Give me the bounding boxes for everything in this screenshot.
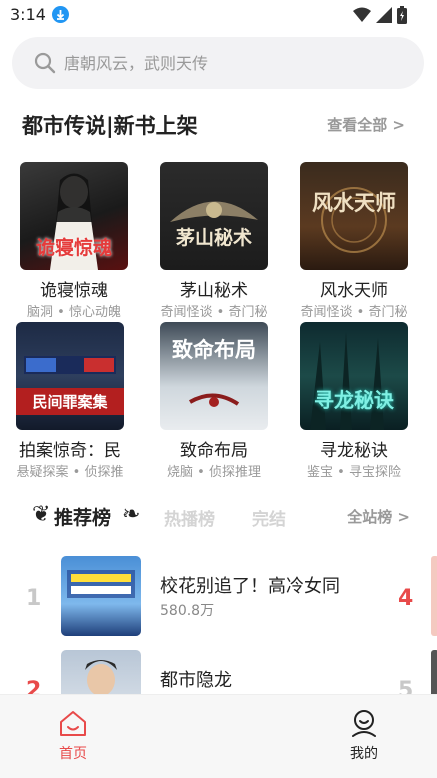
nav-home-label: 首页 (59, 746, 87, 762)
rank-title: 都市隐龙 (160, 670, 232, 691)
book-card[interactable]: 风水天师 风水天师 奇闻怪谈 • 奇门秘 (294, 162, 414, 320)
all-ranking-link[interactable]: 全站榜 > (347, 506, 410, 527)
cover-title: 风水天师 (312, 190, 396, 215)
rank-count: 580.8万 (160, 603, 215, 619)
book-cover: 致命布局 (160, 322, 268, 430)
rank-number-side: 4 (398, 586, 414, 611)
cover-title: 诡寝惊魂 (35, 237, 112, 259)
nav-home[interactable]: 首页 (43, 709, 103, 763)
signal-icon (376, 7, 392, 23)
book-card[interactable]: 致命布局 致命布局 烧脑 • 侦探推理 (154, 322, 274, 480)
book-cover: 民间罪案集 (16, 322, 124, 430)
cover-title: 民间罪案集 (16, 388, 124, 415)
rank-number: 1 (26, 586, 42, 611)
book-tags: 奇闻怪谈 • 奇门秘 (300, 305, 408, 320)
book-tags: 脑洞 • 惊心动魄 (27, 305, 121, 320)
laurel-left-icon: ❦ (32, 502, 51, 527)
search-bar[interactable] (12, 37, 424, 89)
book-tags: 奇闻怪谈 • 奇门秘 (160, 305, 268, 320)
wifi-icon (353, 7, 371, 22)
book-cover: 诡寝惊魂 (20, 162, 128, 270)
book-card[interactable]: 诡寝惊魂 诡寝惊魂 脑洞 • 惊心动魄 (14, 162, 134, 320)
book-title: 拍案惊奇：民 (19, 441, 121, 461)
book-cover: 风水天师 (300, 162, 408, 270)
book-tags: 悬疑探案 • 侦探推 (16, 465, 124, 480)
status-time: 3:14 (10, 5, 46, 24)
book-title: 风水天师 (320, 281, 388, 301)
side-cover-peek (431, 556, 437, 636)
tab-finished[interactable]: 完结 (252, 505, 286, 530)
search-input[interactable] (62, 52, 396, 74)
nav-profile[interactable]: 我的 (334, 709, 394, 763)
book-card[interactable]: 民间罪案集 拍案惊奇：民 悬疑探案 • 侦探推 (10, 322, 130, 480)
status-bar: 3:14 (0, 0, 437, 30)
ranking-tabs: ❦ 推荐榜 ❧ 热播榜 完结 全站榜 > (30, 500, 410, 534)
tab-recommend[interactable]: 推荐榜 (54, 503, 111, 530)
download-icon (52, 6, 69, 23)
home-icon (60, 711, 86, 736)
rank-cover (61, 556, 141, 636)
nav-profile-label: 我的 (350, 746, 378, 762)
cover-title: 茅山秘术 (175, 227, 252, 249)
book-cover: 茅山秘术 (160, 162, 268, 270)
see-all-link[interactable]: 查看全部 > (327, 114, 405, 135)
book-tags: 烧脑 • 侦探推理 (167, 465, 261, 480)
cover-title: 寻龙秘诀 (314, 388, 394, 412)
book-card[interactable]: 寻龙秘诀 寻龙秘诀 鉴宝 • 寻宝探险 (294, 322, 414, 480)
book-title: 致命布局 (180, 441, 248, 461)
ranking-row[interactable]: 1 校花别追了！高冷女同 580.8万 4 (0, 556, 437, 638)
battery-icon (397, 6, 407, 24)
profile-icon (352, 710, 376, 737)
book-title: 茅山秘术 (180, 281, 248, 301)
book-title: 寻龙秘诀 (320, 441, 388, 461)
rank-title: 校花别追了！高冷女同 (160, 576, 340, 597)
book-tags: 鉴宝 • 寻宝探险 (307, 465, 401, 480)
book-title: 诡寝惊魂 (40, 281, 108, 301)
search-icon (34, 52, 56, 74)
tab-hot[interactable]: 热播榜 (164, 505, 215, 530)
bottom-nav: 首页 我的 (0, 694, 437, 778)
section-title: 都市传说|新书上架 (22, 114, 198, 138)
book-cover: 寻龙秘诀 (300, 322, 408, 430)
laurel-right-icon: ❧ (122, 502, 141, 527)
book-card[interactable]: 茅山秘术 茅山秘术 奇闻怪谈 • 奇门秘 (154, 162, 274, 320)
cover-title: 致命布局 (172, 337, 256, 362)
